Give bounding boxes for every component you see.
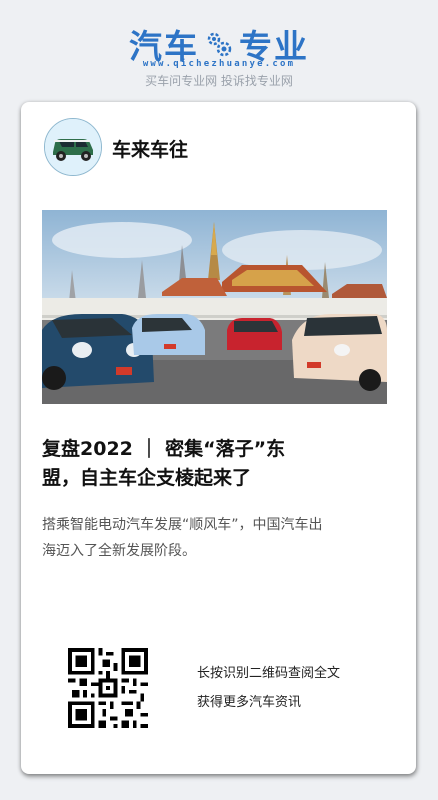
qr-caption: 长按识别二维码查阅全文 获得更多汽车资讯 — [197, 659, 340, 717]
summary-line-2: 海迈入了全新发展阶段。 — [42, 543, 196, 559]
article-card[interactable]: 车来车往 复盘2022 ｜ 密集“落子”东 盟，自主车企支棱起来了 搭乘智能电动… — [21, 102, 416, 774]
qr-caption-line-2: 获得更多汽车资讯 — [197, 695, 302, 710]
qr-caption-line-1: 长按识别二维码查阅全文 — [197, 666, 341, 681]
title-line-1: 复盘2022 ｜ 密集“落子”东 — [42, 438, 286, 460]
title-line-2: 盟，自主车企支棱起来了 — [42, 467, 252, 489]
article-summary: 搭乘智能电动汽车发展“顺风车”，中国汽车出 海迈入了全新发展阶段。 — [42, 512, 387, 564]
account-name[interactable]: 车来车往 — [112, 135, 188, 162]
gear-icon — [207, 32, 232, 57]
brand-header: 汽车 专业 www.qichezhuanye.com 买车问专业网 投诉找专业网 — [0, 0, 438, 100]
summary-line-1: 搭乘智能电动汽车发展“顺风车”，中国汽车出 — [42, 517, 323, 533]
article-image[interactable] — [42, 210, 387, 404]
account-avatar[interactable] — [44, 118, 102, 176]
qr-code-icon[interactable] — [68, 648, 148, 728]
cars-in-front-of-temple-photo — [42, 210, 387, 404]
brand-url: www.qichezhuanye.com — [142, 59, 296, 69]
green-car-icon — [45, 119, 101, 175]
article-title[interactable]: 复盘2022 ｜ 密集“落子”东 盟，自主车企支棱起来了 — [42, 435, 382, 493]
car-red — [227, 318, 282, 350]
car-light-blue — [132, 314, 205, 355]
brand-tagline: 买车问专业网 投诉找专业网 — [145, 74, 293, 88]
